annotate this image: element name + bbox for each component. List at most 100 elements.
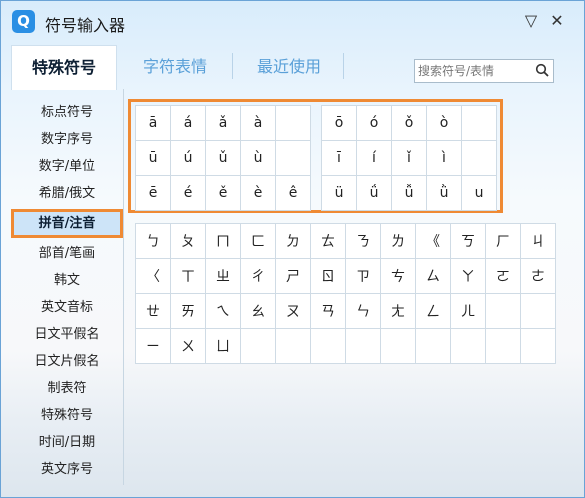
symbol-cell[interactable]: í	[356, 140, 392, 176]
symbol-cell[interactable]	[240, 328, 276, 364]
symbol-cell[interactable]: ǜ	[426, 175, 462, 211]
symbol-cell[interactable]: ò	[426, 105, 462, 141]
symbol-cell[interactable]: ㄗ	[345, 258, 381, 294]
symbol-cell[interactable]: ㄣ	[345, 293, 381, 329]
symbol-cell[interactable]: ㄛ	[485, 258, 521, 294]
tab-emoticons[interactable]: 字符表情	[125, 45, 225, 89]
symbol-cell[interactable]	[345, 328, 381, 364]
symbol-cell[interactable]: ǚ	[391, 175, 427, 211]
symbol-cell[interactable]: ㄙ	[415, 258, 451, 294]
symbol-cell[interactable]: ㄨ	[170, 328, 206, 364]
symbol-cell[interactable]: ě	[205, 175, 241, 211]
sidebar-item-special-symbols[interactable]: 特殊符号	[11, 402, 123, 429]
symbol-cell[interactable]	[275, 328, 311, 364]
sidebar-item-pinyin-zhuyin[interactable]: 拼音/注音	[11, 209, 123, 238]
sidebar-item-time-date[interactable]: 时间/日期	[11, 429, 123, 456]
symbol-cell[interactable]: ㄅ	[135, 223, 171, 259]
sidebar-item-english-ordinal[interactable]: 英文序号	[11, 456, 123, 483]
symbol-cell[interactable]: à	[240, 105, 276, 141]
symbol-cell[interactable]: ǎ	[205, 105, 241, 141]
symbol-cell[interactable]: ㄈ	[240, 223, 276, 259]
symbol-cell[interactable]: ū	[135, 140, 171, 176]
symbol-cell[interactable]: ǐ	[391, 140, 427, 176]
symbol-cell[interactable]: ㄜ	[520, 258, 556, 294]
symbol-cell[interactable]	[275, 140, 311, 176]
symbol-cell[interactable]: ê	[275, 175, 311, 211]
sidebar-item-radicals-strokes[interactable]: 部首/笔画	[11, 240, 123, 267]
symbol-cell[interactable]: ì	[426, 140, 462, 176]
symbol-cell[interactable]: ē	[135, 175, 171, 211]
sidebar-item-punctuation[interactable]: 标点符号	[11, 99, 123, 126]
symbol-cell[interactable]: 〈	[135, 258, 171, 294]
tab-recent[interactable]: 最近使用	[239, 45, 339, 89]
symbol-cell[interactable]: ú	[170, 140, 206, 176]
symbol-cell[interactable]: ㄘ	[380, 258, 416, 294]
symbol-cell[interactable]: ㄉ	[275, 223, 311, 259]
symbol-cell[interactable]: ㄆ	[170, 223, 206, 259]
symbol-cell[interactable]: ǒ	[391, 105, 427, 141]
symbol-cell[interactable]: á	[170, 105, 206, 141]
symbol-cell[interactable]: ㄎ	[450, 223, 486, 259]
symbol-cell[interactable]: ǘ	[356, 175, 392, 211]
symbol-cell[interactable]: ㄇ	[205, 223, 241, 259]
symbol-cell[interactable]: ㄒ	[170, 258, 206, 294]
symbol-cell[interactable]: ㄤ	[380, 293, 416, 329]
symbol-cell[interactable]	[380, 328, 416, 364]
symbol-cell[interactable]: u	[461, 175, 497, 211]
search-input[interactable]	[418, 62, 526, 79]
symbol-cell[interactable]: ㄩ	[205, 328, 241, 364]
sidebar-item-greek-russian[interactable]: 希腊/俄文	[11, 180, 123, 207]
symbol-cell[interactable]: ü	[321, 175, 357, 211]
symbol-cell[interactable]: ㄞ	[170, 293, 206, 329]
symbol-cell[interactable]	[450, 328, 486, 364]
symbol-cell[interactable]: ㄔ	[240, 258, 276, 294]
sidebar-item-korean[interactable]: 韩文	[11, 267, 123, 294]
symbol-cell[interactable]: ī	[321, 140, 357, 176]
symbol-cell[interactable]	[275, 105, 311, 141]
symbol-cell[interactable]: ㄊ	[310, 223, 346, 259]
symbol-cell[interactable]: ㄦ	[450, 293, 486, 329]
sidebar-item-katakana[interactable]: 日文片假名	[11, 348, 123, 375]
symbol-cell[interactable]: ㄐ	[520, 223, 556, 259]
symbol-cell[interactable]	[520, 328, 556, 364]
symbol-cell[interactable]: ㄌ	[380, 223, 416, 259]
symbol-cell[interactable]	[485, 328, 521, 364]
symbol-cell[interactable]	[310, 328, 346, 364]
symbol-cell[interactable]: 《	[415, 223, 451, 259]
symbol-cell[interactable]: ㄕ	[275, 258, 311, 294]
symbol-cell[interactable]: ㄠ	[240, 293, 276, 329]
sidebar-item-number-unit[interactable]: 数字/单位	[11, 153, 123, 180]
sidebar-item-english-phonetic[interactable]: 英文音标	[11, 294, 123, 321]
symbol-cell[interactable]: ù	[240, 140, 276, 176]
close-button[interactable]: ✕	[545, 9, 569, 33]
symbol-cell[interactable]: é	[170, 175, 206, 211]
symbol-cell[interactable]: è	[240, 175, 276, 211]
search-box	[414, 59, 554, 83]
symbol-cell[interactable]: ó	[356, 105, 392, 141]
symbol-cell[interactable]	[461, 105, 497, 141]
symbol-cell[interactable]	[415, 328, 451, 364]
more-dropdown-button[interactable]: ▽	[519, 9, 543, 33]
sidebar-item-box-drawing[interactable]: 制表符	[11, 375, 123, 402]
symbol-cell[interactable]	[520, 293, 556, 329]
symbol-cell[interactable]: ā	[135, 105, 171, 141]
symbol-cell[interactable]: ㄢ	[310, 293, 346, 329]
symbol-cell[interactable]: ㄝ	[135, 293, 171, 329]
symbol-cell[interactable]: ㄏ	[485, 223, 521, 259]
symbol-cell[interactable]: ㄚ	[450, 258, 486, 294]
sidebar-item-hiragana[interactable]: 日文平假名	[11, 321, 123, 348]
symbol-cell[interactable]: ㄋ	[345, 223, 381, 259]
search-icon[interactable]	[535, 63, 549, 77]
symbol-cell[interactable]: ㄖ	[310, 258, 346, 294]
symbol-cell[interactable]: ㄓ	[205, 258, 241, 294]
symbol-cell[interactable]	[461, 140, 497, 176]
symbol-cell[interactable]: ō	[321, 105, 357, 141]
symbol-cell[interactable]	[485, 293, 521, 329]
symbol-cell[interactable]: ㄡ	[275, 293, 311, 329]
symbol-cell[interactable]: ㄟ	[205, 293, 241, 329]
symbol-cell[interactable]: ǔ	[205, 140, 241, 176]
symbol-cell[interactable]: ㄥ	[415, 293, 451, 329]
sidebar-item-number-serial[interactable]: 数字序号	[11, 126, 123, 153]
tab-special-symbols[interactable]: 特殊符号	[11, 45, 117, 90]
symbol-cell[interactable]: ㄧ	[135, 328, 171, 364]
